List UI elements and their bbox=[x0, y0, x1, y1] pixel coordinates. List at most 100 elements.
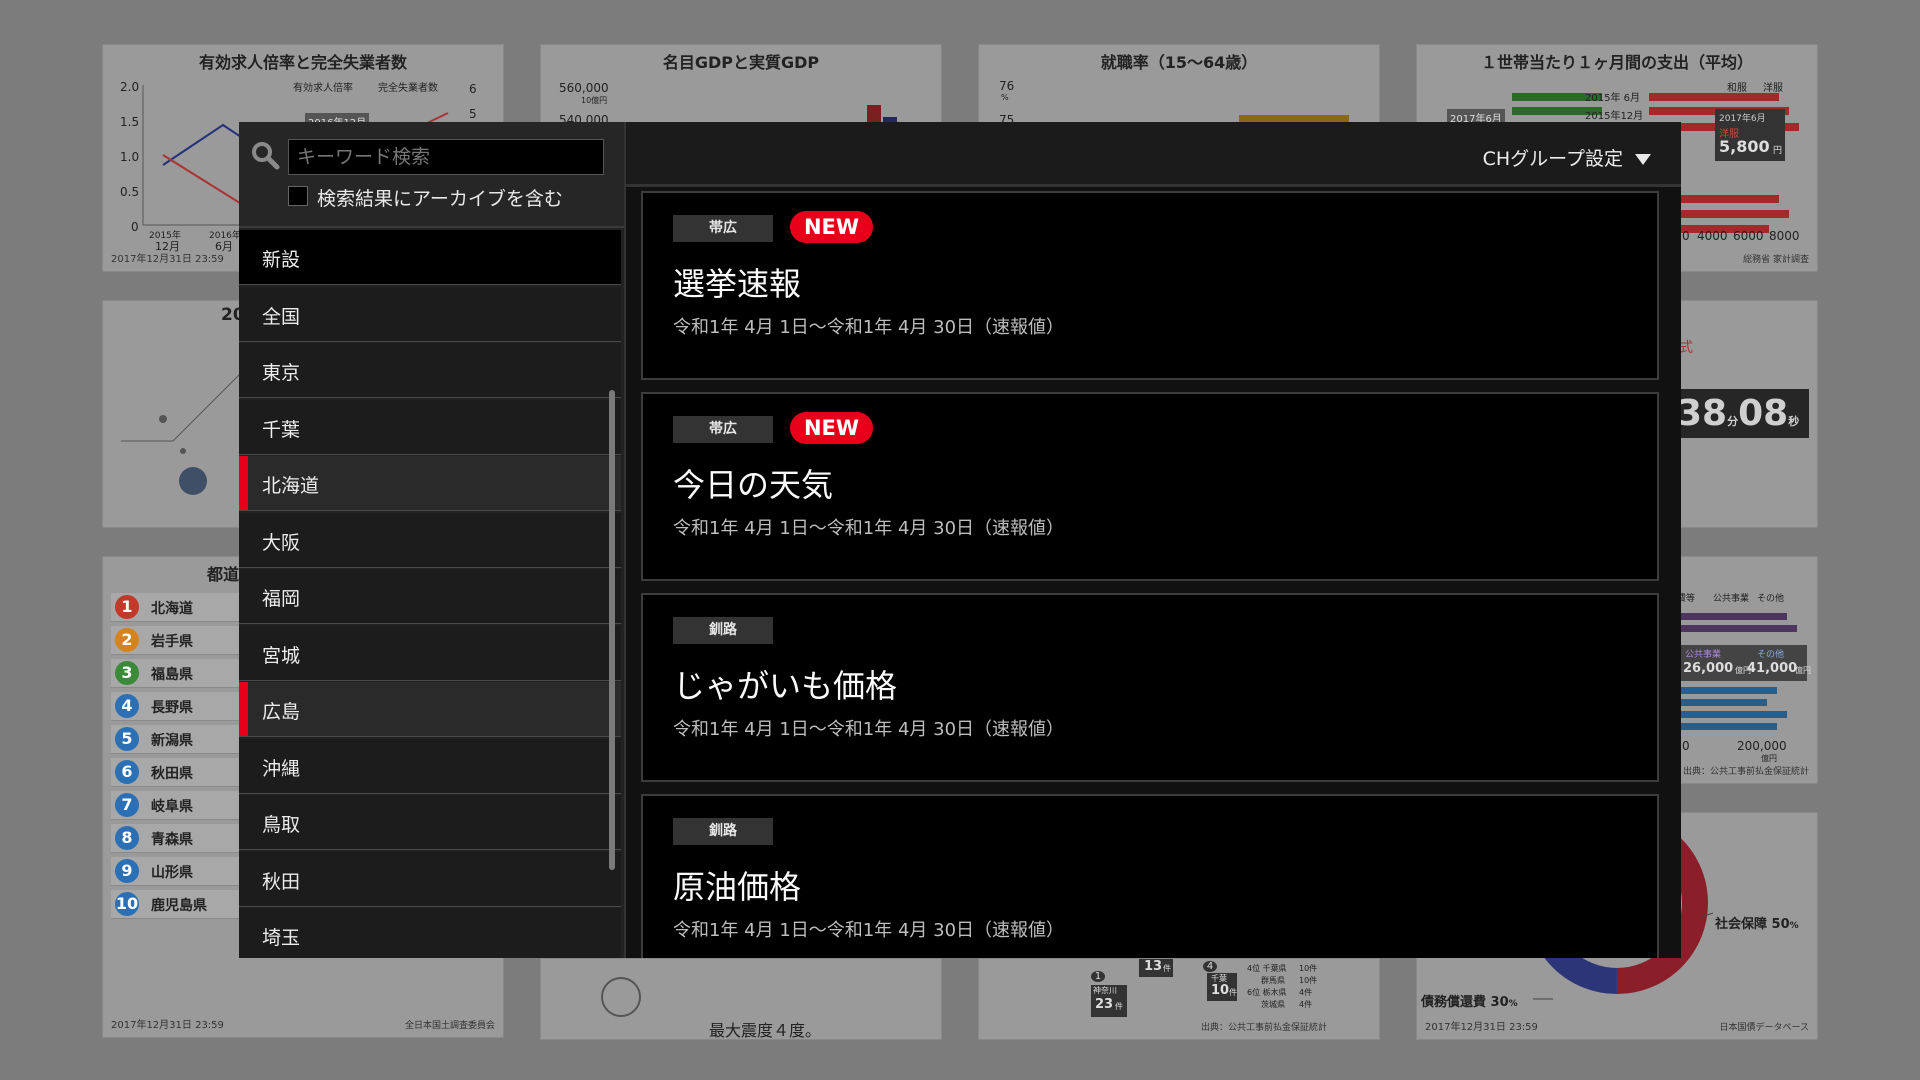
search-icon[interactable] bbox=[250, 140, 280, 170]
content-card[interactable]: 帯広 NEW 選挙速報 令和1年 4月 1日〜令和1年 4月 30日（速報値） bbox=[641, 191, 1659, 380]
bg-map-list: 10件 bbox=[1299, 964, 1318, 973]
bg-tick: 億円 bbox=[1761, 754, 1777, 763]
sidebar-item[interactable]: 広島 bbox=[239, 682, 621, 737]
bg-bar bbox=[1677, 625, 1797, 632]
bg-rank-name: 岩手県 bbox=[151, 634, 193, 650]
sidebar-item[interactable]: 大阪 bbox=[239, 512, 621, 568]
bg-tick: 1.5 bbox=[120, 115, 140, 129]
ch-group-settings-label: CHグループ設定 bbox=[1482, 148, 1623, 170]
sidebar-item[interactable]: 沖縄 bbox=[239, 738, 621, 794]
bg-quake-text: 最大震度４度。 bbox=[709, 1021, 822, 1040]
sidebar-item[interactable]: 福岡 bbox=[239, 569, 621, 624]
bg-donut-label-unit: % bbox=[1789, 921, 1799, 931]
bg-bar-label: 2015年12月 bbox=[1585, 111, 1644, 122]
bg-card-source: 日本国債データベース bbox=[1719, 1023, 1809, 1033]
sidebar-item[interactable]: 新設 bbox=[239, 230, 621, 285]
sidebar-item-label: 東京 bbox=[262, 362, 301, 384]
bg-tick: 0 bbox=[1682, 229, 1690, 243]
bg-map-list: 4件 bbox=[1299, 988, 1313, 997]
bg-rank-number: 7 bbox=[115, 793, 139, 817]
bg-timer-sec: 08 bbox=[1738, 393, 1789, 434]
sidebar-item[interactable]: 宮城 bbox=[239, 625, 621, 681]
main-header: CHグループ設定 bbox=[626, 122, 1681, 187]
sidebar-item-label: 沖縄 bbox=[262, 757, 301, 780]
bg-tick: 0 bbox=[1682, 739, 1690, 753]
bg-map-list: 6位 栃木県 bbox=[1247, 988, 1287, 997]
search-input[interactable] bbox=[288, 139, 604, 175]
bg-quake-icon bbox=[601, 977, 641, 1017]
bg-card-footer: 2017年12月31日 23:59 bbox=[1425, 1022, 1538, 1033]
bg-donut-label-text: 債務償還費 30 bbox=[1421, 995, 1509, 1010]
bg-card-kanto-map: 13 件 1 神奈川 23 件 4 千葉 10 件 4位 千葉県 10件 群馬県… bbox=[978, 958, 1380, 1040]
archive-checkbox[interactable] bbox=[288, 186, 308, 206]
search-area: 検索結果にアーカイブを含む bbox=[239, 122, 624, 228]
bg-tick: 0.5 bbox=[120, 185, 140, 199]
bg-rank-name: 福島県 bbox=[151, 667, 193, 683]
sidebar-item[interactable]: 北海道 bbox=[239, 456, 621, 511]
bg-map-label: 神奈川 bbox=[1093, 986, 1117, 995]
bg-card-title: １世帯当たり１ヶ月間の支出（平均） bbox=[1480, 53, 1753, 72]
bg-tick: 76 bbox=[999, 79, 1015, 93]
bg-donut-label-text: 社会保障 50 bbox=[1715, 917, 1790, 932]
bg-map-list: 茨城県 bbox=[1261, 1000, 1285, 1009]
bg-rank-number: 4 bbox=[115, 694, 139, 718]
bg-donut-label-unit: % bbox=[1508, 999, 1518, 1009]
bg-map-unit: 件 bbox=[1229, 988, 1237, 997]
sidebar-item[interactable]: 埼玉 bbox=[239, 908, 621, 958]
sidebar-item[interactable]: 全国 bbox=[239, 286, 621, 342]
content-card[interactable]: 釧路原油価格令和1年 4月 1日〜令和1年 4月 30日（速報値） bbox=[641, 794, 1659, 958]
chevron-down-icon bbox=[1635, 154, 1651, 165]
bg-legend: 和服 bbox=[1727, 83, 1747, 94]
bg-tick: 5 bbox=[469, 107, 477, 121]
bg-rank-name: 秋田県 bbox=[151, 766, 193, 782]
bg-callout-label: 公共事業 bbox=[1685, 650, 1722, 660]
bg-rank-number: 5 bbox=[115, 727, 139, 751]
bg-card-source: 出典：公共工事前払金保証統計 bbox=[1682, 767, 1809, 777]
sidebar-item-label: 埼玉 bbox=[262, 927, 301, 949]
bg-timer-min: 38 bbox=[1677, 393, 1728, 434]
bg-tick: 6 bbox=[469, 82, 477, 96]
card-title: 選挙速報 bbox=[673, 265, 802, 303]
bg-rank-number: 8 bbox=[115, 826, 139, 850]
bg-callout-value: 41,000 bbox=[1747, 661, 1798, 676]
bg-legend: 公共事業 bbox=[1713, 594, 1750, 604]
ch-group-settings-button[interactable]: CHグループ設定 bbox=[1482, 144, 1651, 170]
bg-tick: 10億円 bbox=[581, 96, 608, 105]
sidebar-scrollbar[interactable] bbox=[609, 390, 615, 870]
selected-marker bbox=[239, 456, 248, 510]
content-card[interactable]: 帯広 NEW 今日の天気 令和1年 4月 1日〜令和1年 4月 30日（速報値） bbox=[641, 392, 1659, 581]
card-title: じゃがいも価格 bbox=[673, 667, 898, 705]
sidebar-item-label: 鳥取 bbox=[262, 814, 301, 836]
sidebar-item-label: 北海道 bbox=[262, 475, 320, 497]
archive-label: 検索結果にアーカイブを含む bbox=[317, 188, 563, 210]
card-date-range: 令和1年 4月 1日〜令和1年 4月 30日（速報値） bbox=[673, 719, 1065, 740]
bg-bar bbox=[1677, 711, 1787, 718]
bg-rank-number: 6 bbox=[115, 760, 139, 784]
sidebar-item[interactable]: 東京 bbox=[239, 343, 621, 398]
region-tag: 釧路 bbox=[673, 818, 773, 845]
bg-bar bbox=[1649, 93, 1779, 101]
bg-bar bbox=[1677, 699, 1767, 706]
bg-bar bbox=[1677, 613, 1787, 620]
card-title: 原油価格 bbox=[673, 868, 802, 906]
bg-tick: 2.0 bbox=[120, 80, 140, 94]
bg-timer: 38分08秒 bbox=[1667, 389, 1810, 438]
bg-callout-unit: 円 bbox=[1773, 146, 1783, 156]
sidebar-item[interactable]: 秋田 bbox=[239, 851, 621, 907]
content-list: 帯広 NEW 選挙速報 令和1年 4月 1日〜令和1年 4月 30日（速報値） 帯広 NE… bbox=[626, 185, 1681, 958]
sidebar-item-label: 福岡 bbox=[262, 588, 301, 610]
bg-map-list: 4位 千葉県 bbox=[1247, 964, 1287, 973]
bg-card-source: 出典：公共工事前払金保証統計 bbox=[1201, 1023, 1328, 1033]
card-date-range: 令和1年 4月 1日〜令和1年 4月 30日（速報値） bbox=[673, 920, 1065, 941]
bg-tick: 1.0 bbox=[120, 150, 140, 164]
bg-map-unit: 件 bbox=[1115, 1002, 1123, 1011]
sidebar-item[interactable]: 千葉 bbox=[239, 399, 621, 455]
content-card[interactable]: 釧路 じゃがいも価格 令和1年 4月 1日〜令和1年 4月 30日（速報値） bbox=[641, 593, 1659, 782]
bg-rank-number: 1 bbox=[115, 595, 139, 619]
main-panel: CHグループ設定 帯広 NEW 選挙速報 令和1年 4月 1日〜令和1年 4月 30日… bbox=[626, 122, 1681, 958]
bg-legend: 洋服 bbox=[1763, 83, 1783, 94]
sidebar-item-label: 大阪 bbox=[262, 531, 301, 554]
sidebar-item[interactable]: 鳥取 bbox=[239, 795, 621, 850]
card-date-range: 令和1年 4月 1日〜令和1年 4月 30日（速報値） bbox=[673, 518, 1065, 539]
card-date-range: 令和1年 4月 1日〜令和1年 4月 30日（速報値） bbox=[673, 317, 1065, 338]
